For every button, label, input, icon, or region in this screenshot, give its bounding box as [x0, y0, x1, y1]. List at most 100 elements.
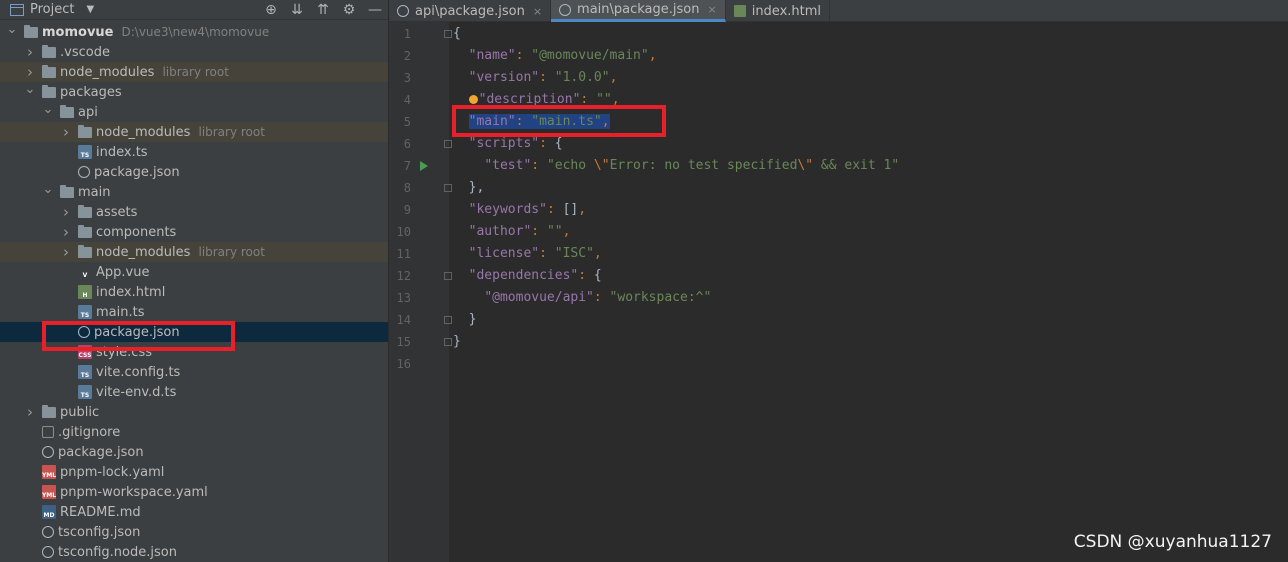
tree-item[interactable]: ›TSvite.config.ts: [0, 362, 388, 382]
folder-icon: [42, 84, 56, 98]
fold-marker-icon[interactable]: [444, 184, 452, 192]
tree-item-label: index.ts: [96, 144, 148, 160]
code-token: "dependencies": [468, 268, 579, 283]
json-file-icon: [42, 546, 54, 558]
code-token: ,: [562, 224, 571, 239]
chevron-down-icon[interactable]: ▼: [86, 4, 94, 15]
chevron-down-icon[interactable]: ⌄: [42, 182, 54, 197]
editor-tab[interactable]: api\package.json ×: [389, 0, 552, 22]
code-token: "license": [468, 246, 540, 261]
highlight-box-package-json: [42, 321, 235, 351]
tree-item[interactable]: ›TSmain.ts: [0, 302, 388, 322]
chevron-right-icon[interactable]: ›: [60, 123, 72, 141]
tree-item[interactable]: › components: [0, 222, 388, 242]
tree-item-label: .vscode: [60, 44, 110, 60]
chevron-right-icon[interactable]: ›: [24, 63, 36, 81]
tree-item[interactable]: ›TSvite-env.d.ts: [0, 382, 388, 402]
editor-gutter: 1 2 3 4 5 6 7 8 9 10 11 12 13 14 15 16: [389, 22, 452, 562]
tree-item[interactable]: ›tsconfig.json: [0, 522, 388, 542]
code-token: "workspace:^": [609, 290, 712, 305]
code-line: "dependencies": {: [453, 265, 602, 287]
tree-item[interactable]: ›MDREADME.md: [0, 502, 388, 522]
tree-item[interactable]: › public: [0, 402, 388, 422]
run-script-icon[interactable]: [420, 161, 428, 171]
code-token: "1.0.0": [554, 70, 610, 85]
tree-item[interactable]: ›.gitignore: [0, 422, 388, 442]
line-number: 7: [403, 159, 411, 173]
chevron-down-icon[interactable]: ⌄: [6, 22, 18, 37]
tree-item[interactable]: ›package.json: [0, 162, 388, 182]
collapse-all-icon[interactable]: ⇈: [310, 0, 336, 20]
typescript-file-icon: TS: [78, 365, 92, 379]
tree-item-label: api: [78, 104, 98, 120]
line-number: 13: [396, 291, 411, 305]
close-icon[interactable]: ×: [533, 5, 542, 18]
tree-item[interactable]: › node_modules library root: [0, 122, 388, 142]
code-token: "": [546, 224, 563, 239]
code-token: :: [593, 290, 610, 305]
minimize-icon[interactable]: —: [362, 0, 388, 20]
expand-all-icon[interactable]: ⇊: [284, 0, 310, 20]
editor-tab-label: main\package.json: [577, 2, 700, 17]
editor-tab[interactable]: index.html: [726, 0, 831, 22]
code-token: "@momovue/main": [531, 48, 649, 63]
editor-tab-label: index.html: [751, 3, 822, 19]
tree-item-label: node_modules: [96, 244, 191, 260]
folder-icon: [78, 244, 92, 258]
target-icon[interactable]: ⊕: [258, 0, 284, 20]
tree-item[interactable]: › node_modules library root: [0, 62, 388, 82]
chevron-right-icon[interactable]: ›: [24, 43, 36, 61]
tree-item-label: node_modules: [96, 124, 191, 140]
tree-item[interactable]: ›YMLpnpm-workspace.yaml: [0, 482, 388, 502]
code-token: :: [539, 246, 555, 261]
chevron-right-icon[interactable]: ›: [24, 403, 36, 421]
gear-icon[interactable]: ⚙: [336, 0, 362, 20]
tree-item-label: tsconfig.json: [58, 524, 141, 540]
project-tree: ⌄ momovue D:\vue3\new4\momovue › .vscode › nod…: [0, 22, 388, 562]
line-number: 11: [396, 247, 411, 261]
fold-marker-icon[interactable]: [444, 140, 452, 148]
tree-item[interactable]: › .vscode: [0, 42, 388, 62]
code-token: Error: no test specified: [609, 158, 798, 173]
editor-tab[interactable]: main\package.json ×: [551, 0, 726, 22]
tree-item[interactable]: ›tsconfig.node.json: [0, 542, 388, 562]
json-file-icon: [42, 526, 54, 538]
fold-marker-icon[interactable]: [444, 338, 452, 346]
code-token: },: [453, 180, 485, 195]
code-token: ,: [593, 246, 602, 261]
tree-item[interactable]: ›VApp.vue: [0, 262, 388, 282]
chevron-right-icon[interactable]: ›: [60, 203, 72, 221]
chevron-down-icon[interactable]: ⌄: [42, 102, 54, 117]
tree-item[interactable]: ⌄ main: [0, 182, 388, 202]
tree-item[interactable]: ⌄ momovue D:\vue3\new4\momovue: [0, 22, 388, 42]
tree-item[interactable]: ›package.json: [0, 442, 388, 462]
chevron-down-icon[interactable]: ⌄: [24, 82, 36, 97]
code-line: "license": "ISC",: [453, 243, 602, 265]
fold-marker-icon[interactable]: [444, 30, 452, 38]
tree-item[interactable]: ⌄ packages: [0, 82, 388, 102]
project-panel-title: Project: [30, 2, 75, 17]
json-file-icon: [78, 166, 90, 178]
close-icon[interactable]: ×: [707, 3, 716, 16]
tree-item[interactable]: › assets: [0, 202, 388, 222]
chevron-right-icon[interactable]: ›: [60, 243, 72, 261]
intention-bulb-icon[interactable]: [468, 95, 478, 104]
tree-item[interactable]: ›YMLpnpm-lock.yaml: [0, 462, 388, 482]
code-token: ,: [609, 70, 618, 85]
tree-item-label: tsconfig.node.json: [58, 544, 177, 560]
tree-item[interactable]: ⌄ api: [0, 102, 388, 122]
code-token: {: [453, 26, 461, 41]
fold-marker-icon[interactable]: [444, 272, 452, 280]
tree-item-label: momovue: [42, 24, 114, 40]
tree-item[interactable]: ›TSindex.ts: [0, 142, 388, 162]
chevron-right-icon[interactable]: ›: [60, 223, 72, 241]
fold-marker-icon[interactable]: [444, 316, 452, 324]
tree-item[interactable]: › node_modules library root: [0, 242, 388, 262]
tree-item[interactable]: ›Hindex.html: [0, 282, 388, 302]
json-file-icon: [397, 5, 409, 17]
tree-item-hint: library root: [198, 245, 265, 259]
line-number: 3: [403, 71, 411, 85]
